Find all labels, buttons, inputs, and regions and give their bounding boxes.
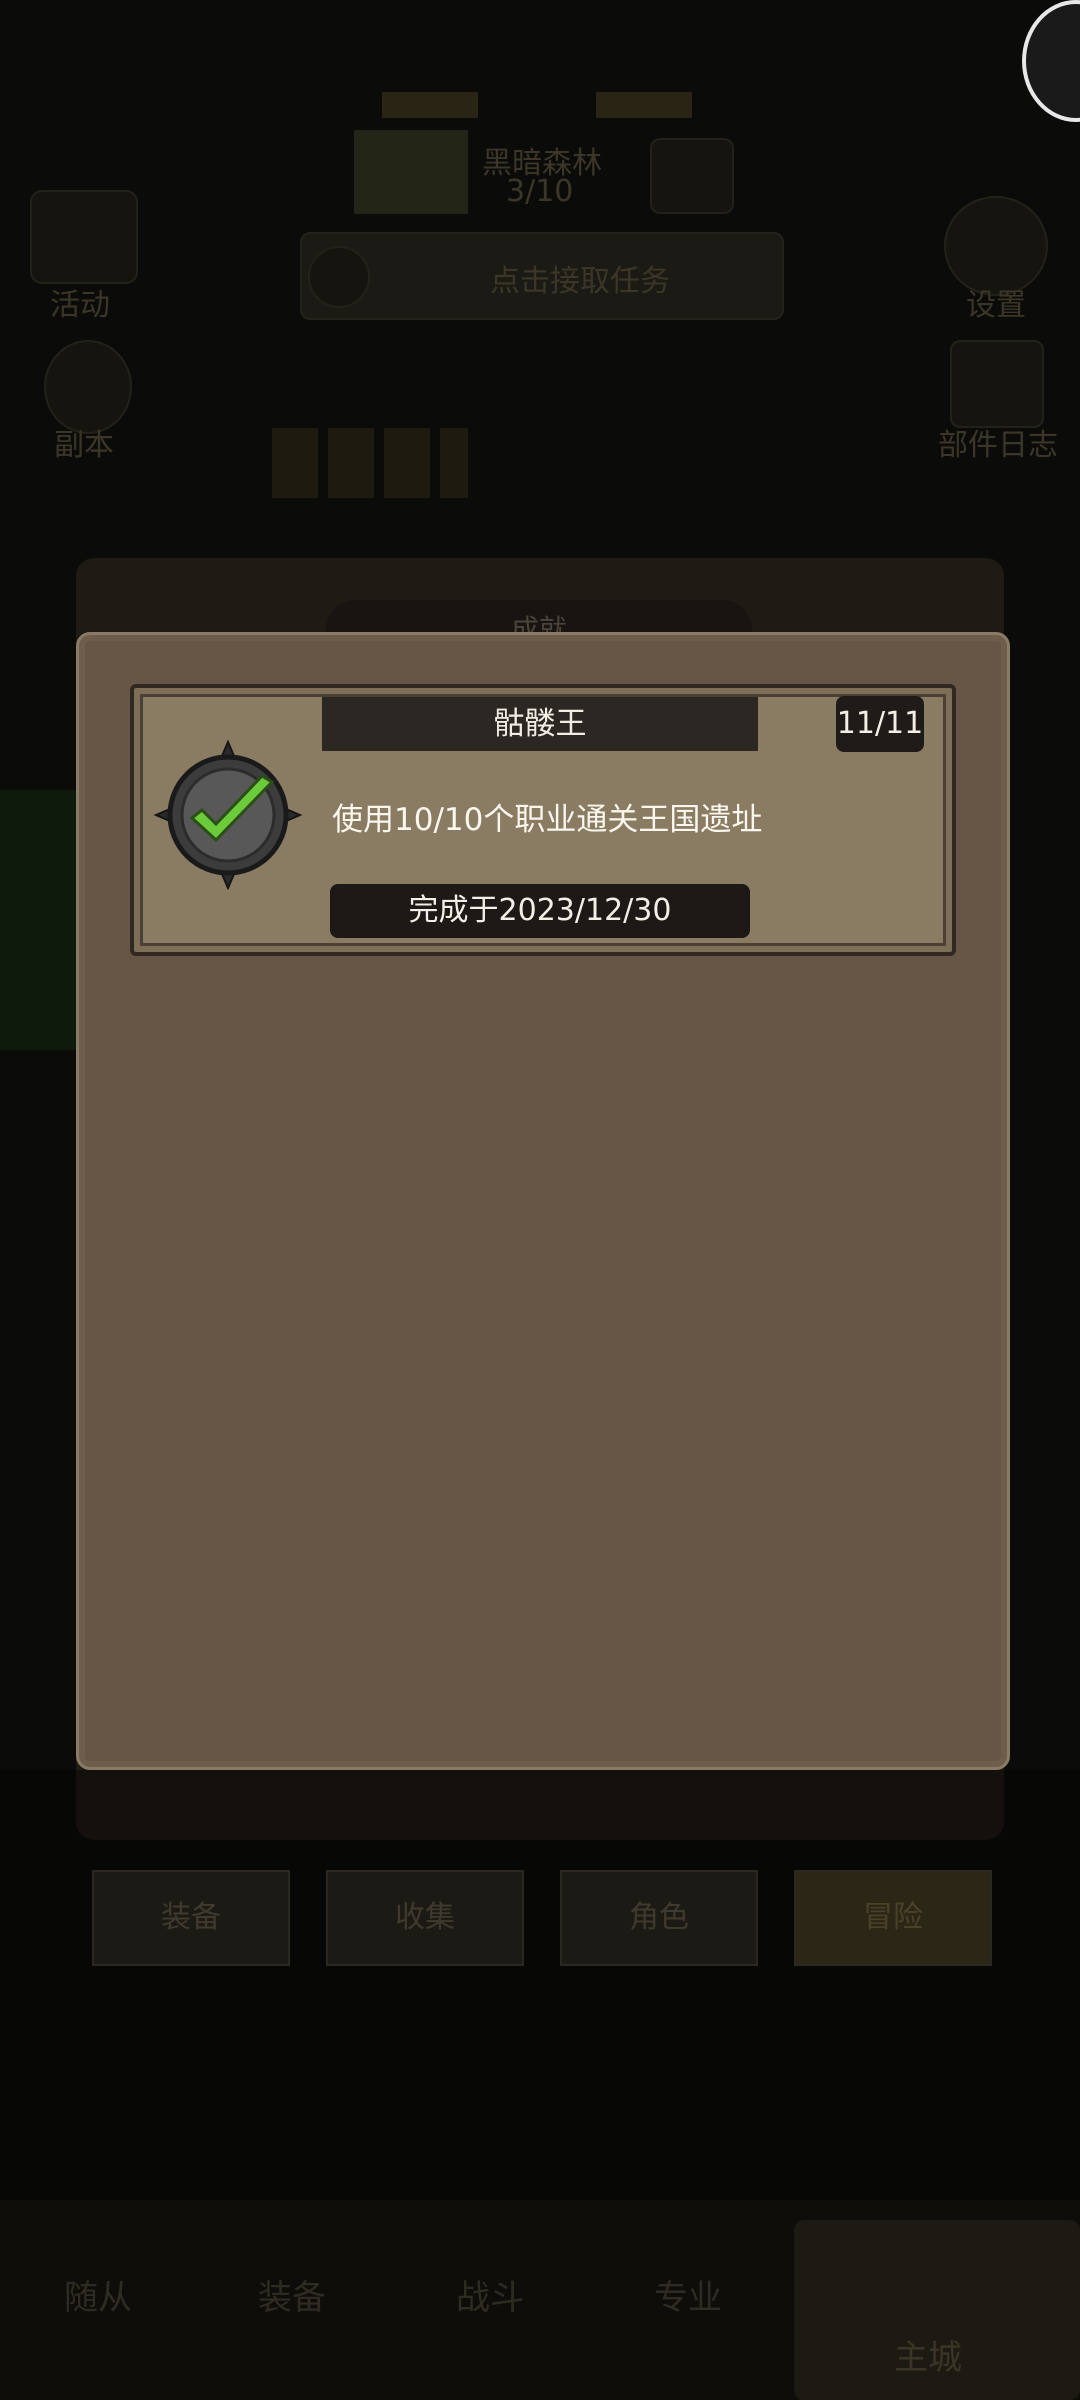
tab-equipment[interactable]: 装备 [92, 1870, 290, 1966]
nav-profession[interactable]: 专业 [654, 2270, 722, 2319]
nav-followers[interactable]: 随从 [64, 2270, 132, 2319]
achievement-count: 11/11 [836, 696, 924, 752]
settings-label: 设置 [966, 288, 1026, 323]
achievement-name: 骷髅王 [322, 697, 758, 751]
completion-date: 完成于2023/12/30 [330, 884, 750, 938]
event-icon[interactable] [30, 190, 138, 284]
home-label: 主城 [894, 2338, 962, 2378]
tab-character[interactable]: 角色 [560, 1870, 758, 1966]
quest-prompt: 点击接取任务 [490, 264, 670, 299]
skill-slots[interactable] [272, 428, 468, 498]
tab-collection[interactable]: 收集 [326, 1870, 524, 1966]
dungeon-label: 副本 [54, 428, 114, 463]
log-label: 部件日志 [938, 428, 1058, 463]
achievement-description: 使用10/10个职业通关王国遗址 [332, 802, 763, 838]
log-book-icon[interactable] [950, 340, 1044, 428]
nav-battle[interactable]: 战斗 [456, 2270, 524, 2319]
app-logo-icon [1022, 0, 1080, 122]
stage-progress: 3/10 [506, 174, 574, 209]
stage-thumbnail[interactable] [354, 130, 468, 214]
tab-adventure[interactable]: 冒险 [794, 1870, 992, 1966]
swap-icon[interactable] [650, 138, 734, 214]
event-label: 活动 [50, 288, 110, 323]
quest-icon [308, 246, 370, 308]
resource-bar-right [596, 92, 692, 118]
side-map-strip [0, 790, 76, 1050]
nav-equipment[interactable]: 装备 [258, 2270, 326, 2319]
check-medal-icon [153, 739, 303, 891]
resource-bar-left [382, 92, 478, 118]
